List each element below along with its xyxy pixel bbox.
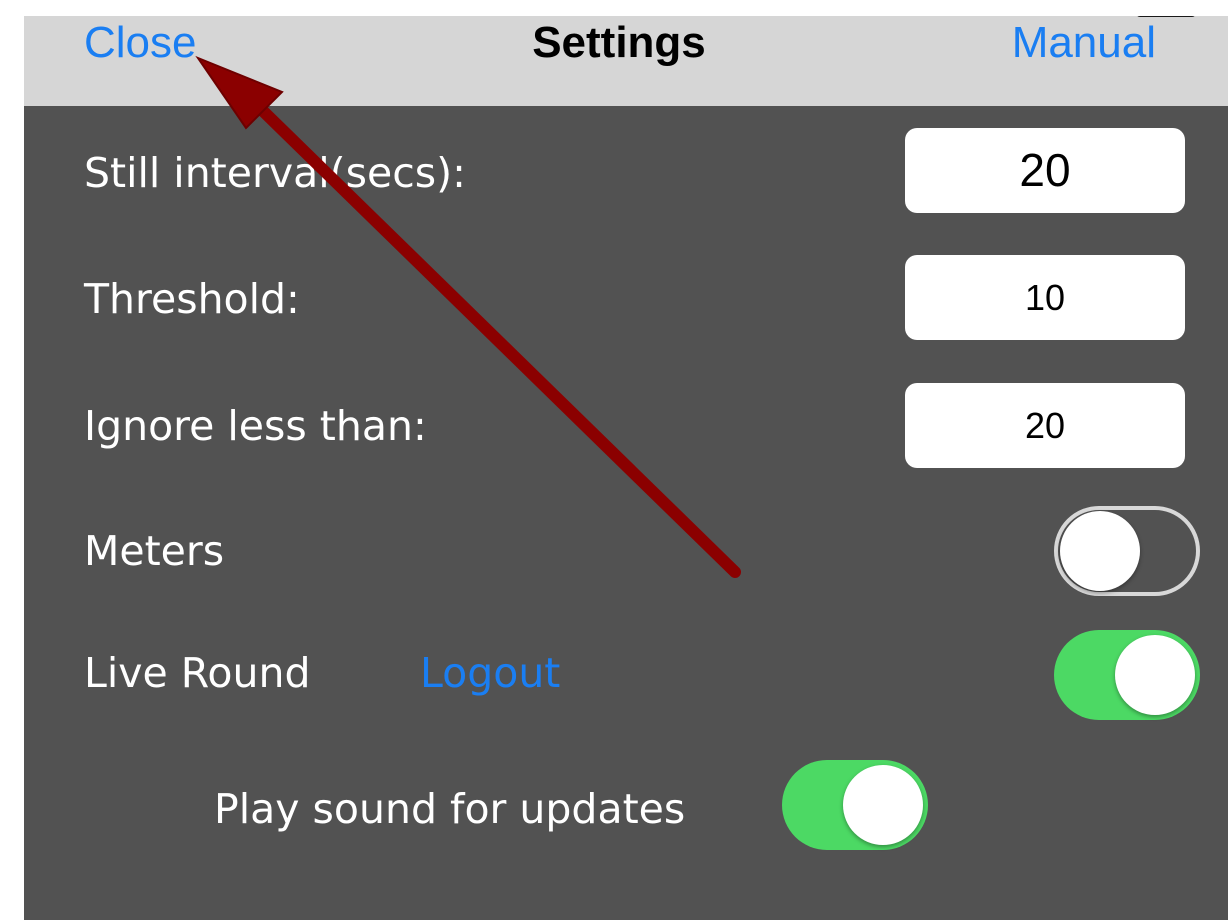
- live-round-label: Live Round: [84, 649, 311, 697]
- meters-toggle[interactable]: [1054, 506, 1200, 596]
- toggle-knob: [1060, 511, 1140, 591]
- meters-label: Meters: [84, 527, 225, 575]
- live-round-toggle[interactable]: [1054, 630, 1200, 720]
- threshold-label: Threshold:: [84, 275, 300, 323]
- battery-icon: [1136, 16, 1196, 17]
- toggle-knob: [1115, 635, 1195, 715]
- logout-link[interactable]: Logout: [420, 648, 560, 698]
- still-interval-label: Still interval(secs):: [84, 149, 466, 197]
- ignore-less-than-label: Ignore less than:: [84, 402, 427, 450]
- play-sound-label: Play sound for updates: [214, 785, 686, 833]
- settings-screen: Close Settings Manual Still interval(sec…: [24, 16, 1228, 920]
- toggle-knob: [843, 765, 923, 845]
- threshold-field[interactable]: 10: [905, 255, 1185, 340]
- play-sound-toggle[interactable]: [782, 760, 928, 850]
- navigation-bar: Close Settings Manual: [24, 16, 1228, 106]
- manual-button[interactable]: Manual: [1012, 18, 1156, 68]
- still-interval-field[interactable]: 20: [905, 128, 1185, 213]
- ignore-less-than-field[interactable]: 20: [905, 383, 1185, 468]
